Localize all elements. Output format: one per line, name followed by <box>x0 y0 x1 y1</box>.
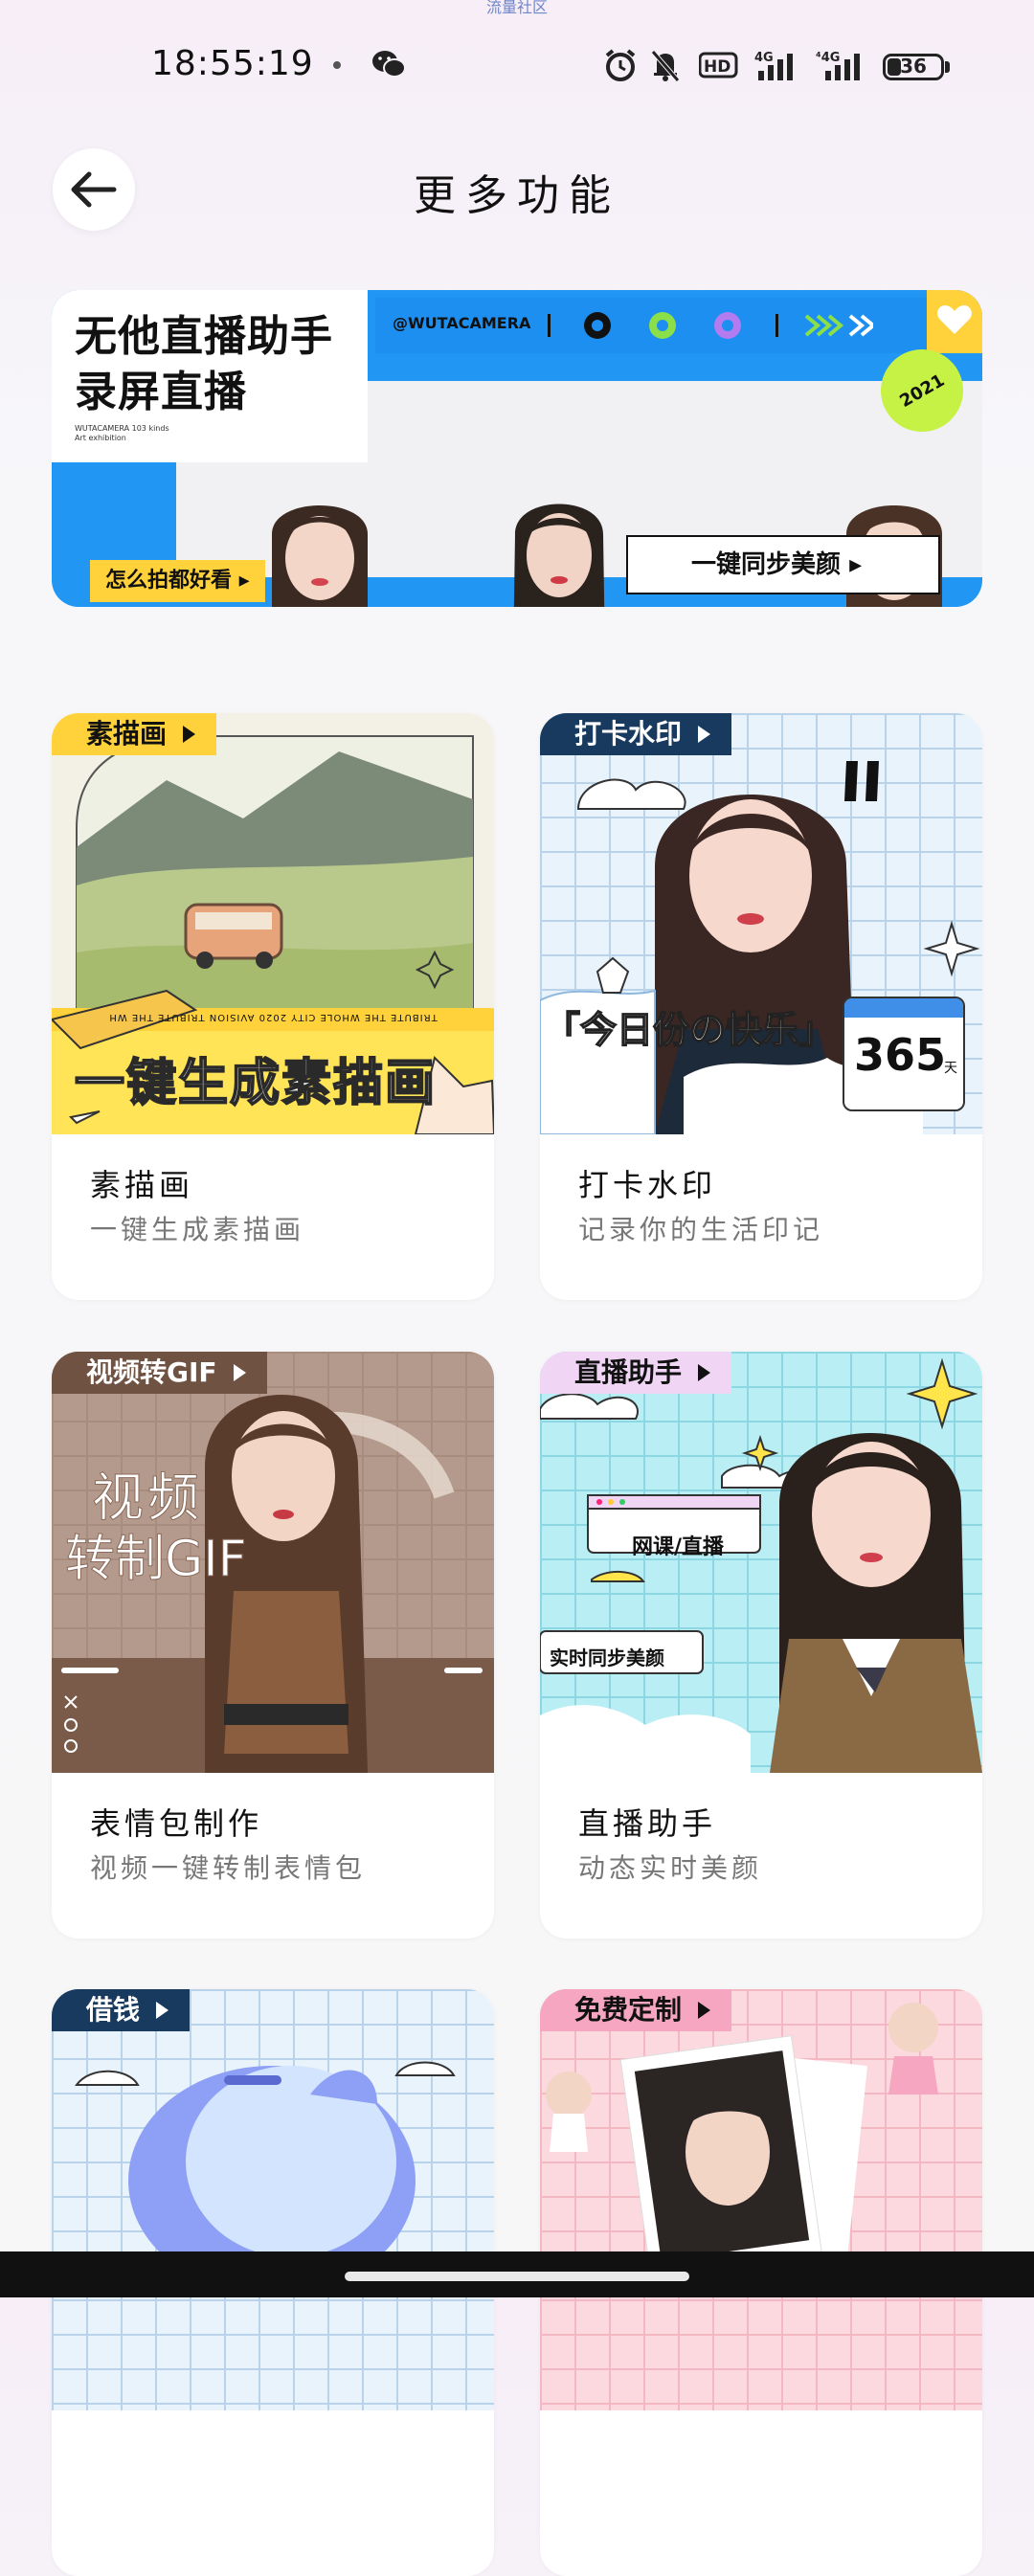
sketch-art: TRIBUTE THE WHOLE CITY 2020 AVISION TRIB… <box>52 713 494 1134</box>
calendar-day-number: 365 <box>854 1029 947 1081</box>
banner-handle: @WUTACAMERA <box>393 314 531 332</box>
sketch-art-title: 一键生成素描画 <box>74 1054 438 1113</box>
card-desc: 动态实时美颜 <box>578 1852 763 1884</box>
tag-free-custom: 免费定制 <box>540 1989 732 2031</box>
battery-tip <box>945 61 950 73</box>
banner-small-text: WUTACAMERA 103 kinds Art exhibition <box>75 424 169 442</box>
gif-art: 视频 转制GIF <box>52 1352 494 1773</box>
sync-beauty-button[interactable]: 一键同步美颜 ▸ <box>626 535 940 594</box>
wechat-icon <box>372 51 406 78</box>
card-name: 打卡水印 <box>578 1167 717 1203</box>
page-title: 更多功能 <box>414 171 620 220</box>
top-hint-text: 流量社区 <box>485 0 548 16</box>
banner-title-line1: 无他直播助手 <box>75 312 333 361</box>
live-art: 网课/直播 实时同步美颜 <box>540 1352 982 1773</box>
svg-text:4G: 4G <box>754 51 774 65</box>
card-name: 直播助手 <box>578 1805 717 1842</box>
tag-checkin: 打卡水印 <box>540 713 732 755</box>
status-time: 18:55:19 <box>151 44 314 83</box>
live-art-label-2: 实时同步美颜 <box>550 1646 664 1669</box>
status-bar: 18:55:19 HD 4G ⁴4G 36 <box>0 40 1034 94</box>
svg-text:⁴4G: ⁴4G <box>816 51 840 65</box>
gif-art-title-2: 转制GIF <box>65 1531 248 1589</box>
play-triangle-icon <box>698 2002 711 2019</box>
battery-icon: 36 <box>883 54 944 80</box>
card-desc: 记录你的生活印记 <box>578 1214 824 1245</box>
sketch-art-strip: TRIBUTE THE WHOLE CITY 2020 AVISION TRIB… <box>108 1012 438 1022</box>
notification-dot-icon <box>333 61 341 69</box>
mute-bell-icon <box>651 50 680 82</box>
howto-label: 怎么拍都好看 ▸ <box>90 560 265 602</box>
signal-4g-icon-2: ⁴4G <box>816 51 860 80</box>
svg-text:HD: HD <box>704 57 731 77</box>
checkin-art: 「今日份の快乐」 365 天 <box>540 713 982 1134</box>
banner-tag-bar: @WUTACAMERA <box>375 298 978 353</box>
battery-level: 36 <box>900 55 927 78</box>
calendar-day-widget: 365 天 <box>843 997 965 1111</box>
calendar-day-unit: 天 <box>944 1061 957 1076</box>
live-art-label-1: 网课/直播 <box>632 1535 725 1559</box>
favorite-heart-icon <box>927 290 982 353</box>
play-triangle-icon <box>698 1364 711 1381</box>
play-triangle-icon <box>233 1364 246 1381</box>
signal-4g-icon: 4G <box>754 51 793 80</box>
play-triangle-icon <box>156 2002 169 2019</box>
portrait-image-1 <box>272 505 368 607</box>
card-desc: 视频一键转制表情包 <box>90 1852 367 1884</box>
hd-call-icon: HD <box>699 52 738 78</box>
tag-sketch: 素描画 <box>52 713 217 755</box>
custom-art <box>540 1989 982 2410</box>
decorative-shapes-icon <box>548 312 873 339</box>
tag-live-assistant: 直播助手 <box>540 1352 732 1394</box>
card-name: 表情包制作 <box>90 1805 263 1842</box>
play-triangle-icon <box>183 726 196 743</box>
borrow-art <box>52 1989 494 2410</box>
banner-title-line2: 录屏直播 <box>75 368 247 416</box>
feature-card-checkin-watermark[interactable]: 「今日份の快乐」 365 天 打卡水印 打卡水印 记录你的生活印记 <box>540 713 982 1300</box>
alarm-icon <box>605 49 636 81</box>
tag-video-gif: 视频转GIF <box>52 1352 267 1394</box>
tag-borrow: 借钱 <box>52 1989 191 2031</box>
card-name: 素描画 <box>90 1167 194 1203</box>
banner-title-box: 无他直播助手 录屏直播 WUTACAMERA 103 kinds Art exh… <box>52 290 368 462</box>
home-indicator[interactable] <box>345 2272 689 2281</box>
live-assistant-banner[interactable]: 无他直播助手 录屏直播 WUTACAMERA 103 kinds Art exh… <box>52 290 982 607</box>
feature-card-sketch[interactable]: TRIBUTE THE WHOLE CITY 2020 AVISION TRIB… <box>52 713 494 1300</box>
card-desc: 一键生成素描画 <box>90 1214 305 1245</box>
checkin-art-title: 「今日份の快乐」 <box>543 1008 836 1052</box>
feature-card-video-gif[interactable]: 视频 转制GIF 视频转GIF 表情包制作 视频一键转制表情包 <box>52 1352 494 1938</box>
play-triangle-icon <box>698 726 711 743</box>
portrait-image-2 <box>513 504 605 607</box>
feature-card-live-assistant[interactable]: 网课/直播 实时同步美颜 直播助手 直播助手 动态实时美颜 <box>540 1352 982 1938</box>
